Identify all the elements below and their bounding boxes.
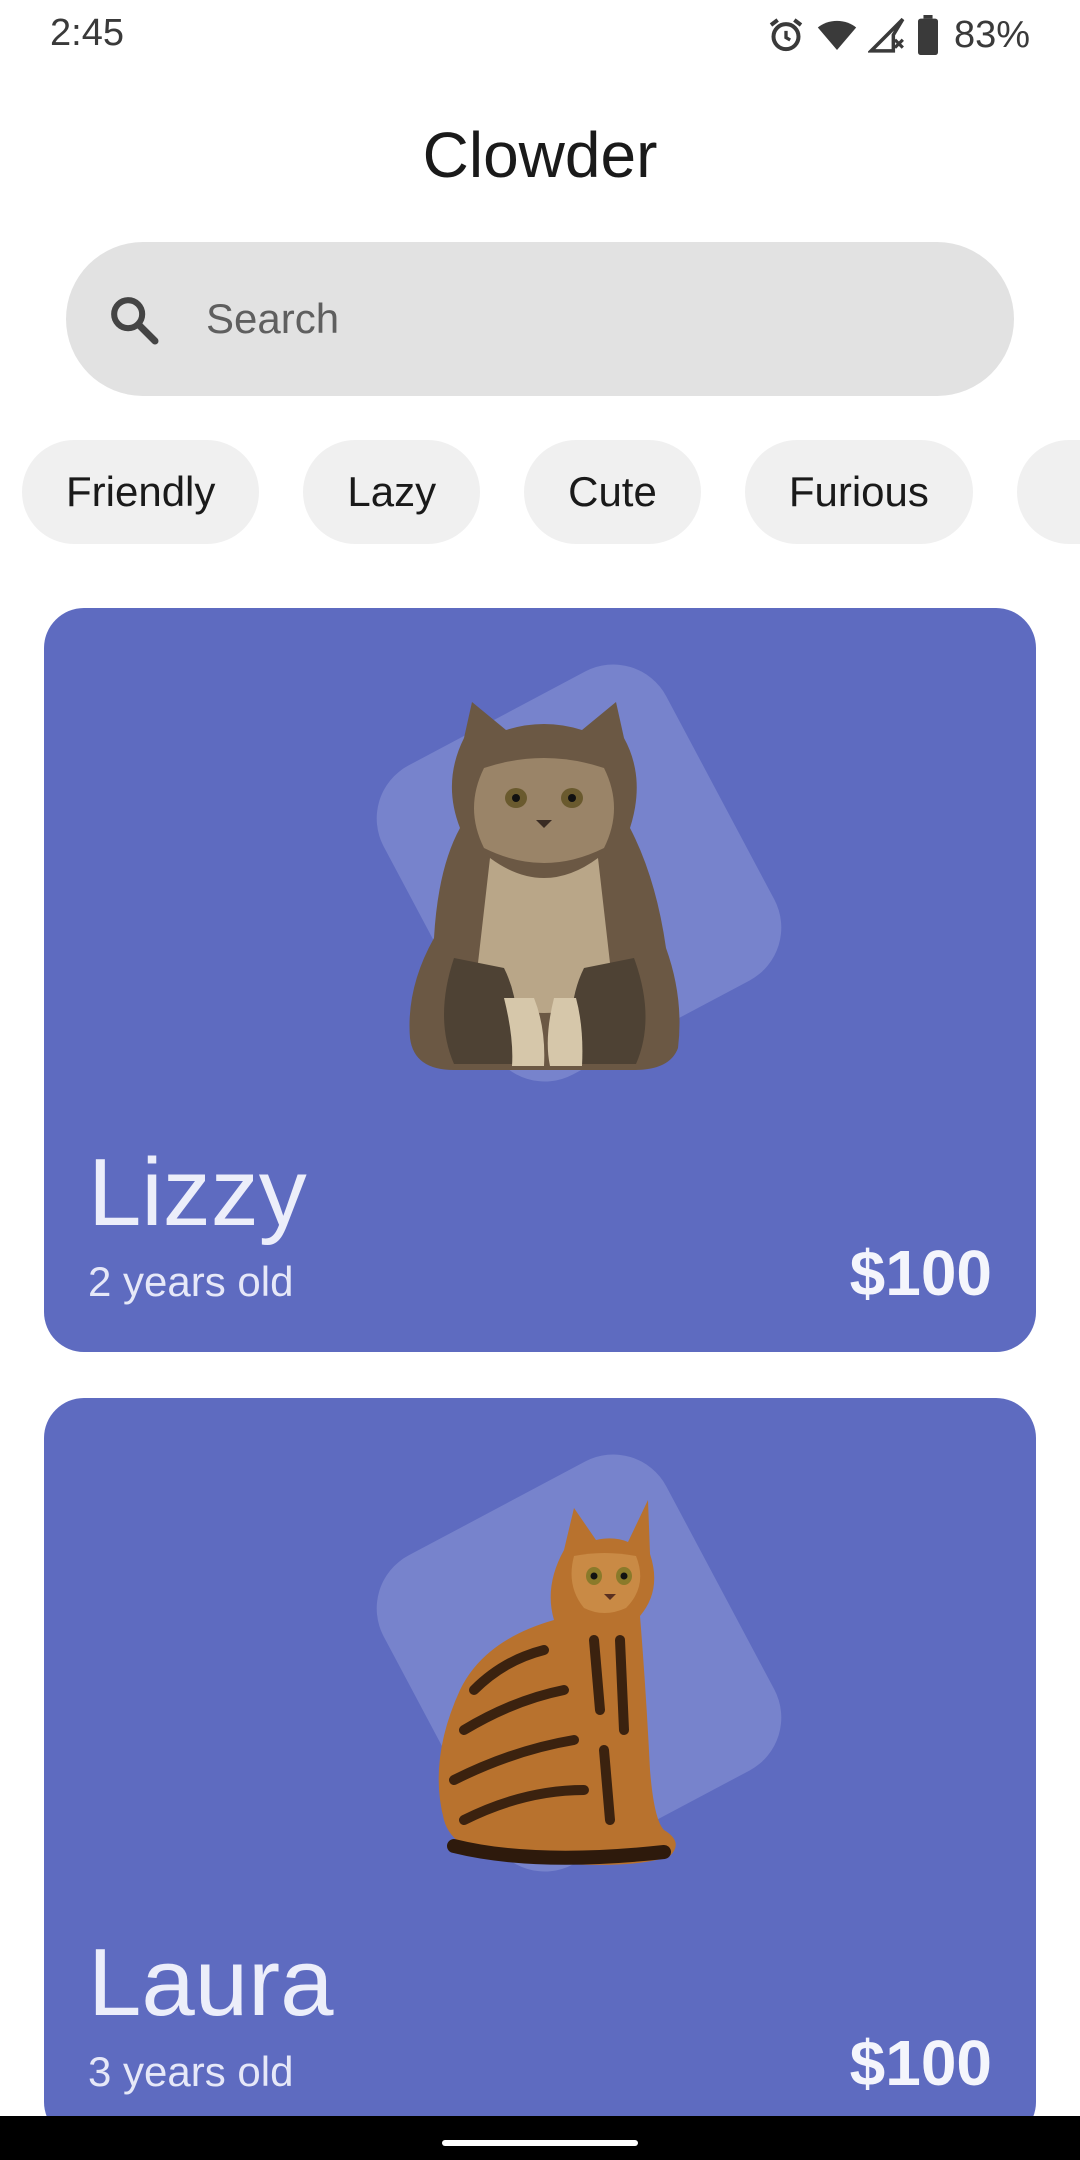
cat-name: Laura xyxy=(88,1929,334,2036)
cat-age: 3 years old xyxy=(88,2048,294,2095)
chip-partial[interactable] xyxy=(1016,440,1080,544)
chip-lazy[interactable]: Lazy xyxy=(303,440,481,544)
cat-name: Lizzy xyxy=(88,1139,307,1246)
home-gesture-handle[interactable] xyxy=(442,2140,638,2146)
status-time: 2:45 xyxy=(50,12,124,54)
chip-furious[interactable]: Furious xyxy=(744,440,973,544)
status-icons: 83% xyxy=(766,10,1030,60)
cat-age: 2 years old xyxy=(88,1258,294,1305)
search-icon xyxy=(106,292,162,353)
cat-price: $100 xyxy=(849,1237,992,1309)
search-bar[interactable] xyxy=(66,242,1014,396)
alarm-icon xyxy=(766,15,806,55)
cat-price: $100 xyxy=(849,2027,992,2099)
signal-icon xyxy=(867,15,906,55)
page-title: Clowder xyxy=(422,119,658,191)
battery-percent: 83% xyxy=(953,13,1030,56)
cat-card[interactable]: Lizzy 2 years old $100 xyxy=(44,608,1036,1352)
bengal-cat-image xyxy=(414,1490,694,1875)
filter-chips: Friendly Lazy Cute Furious xyxy=(22,440,1080,544)
cat-card[interactable]: Laura 3 years old $100 xyxy=(44,1398,1036,2142)
search-input[interactable] xyxy=(206,242,966,396)
chip-cute[interactable]: Cute xyxy=(524,440,701,544)
chip-friendly[interactable]: Friendly xyxy=(22,440,260,544)
screen: 2:45 83% Clowder Search Friendly Lazy Cu… xyxy=(0,0,1080,2160)
battery-icon xyxy=(916,15,940,55)
wifi-icon xyxy=(816,15,858,55)
status-bar: 2:45 83% xyxy=(0,0,1080,70)
navigation-bar xyxy=(0,2116,1080,2160)
persian-cat-image xyxy=(394,698,694,1083)
